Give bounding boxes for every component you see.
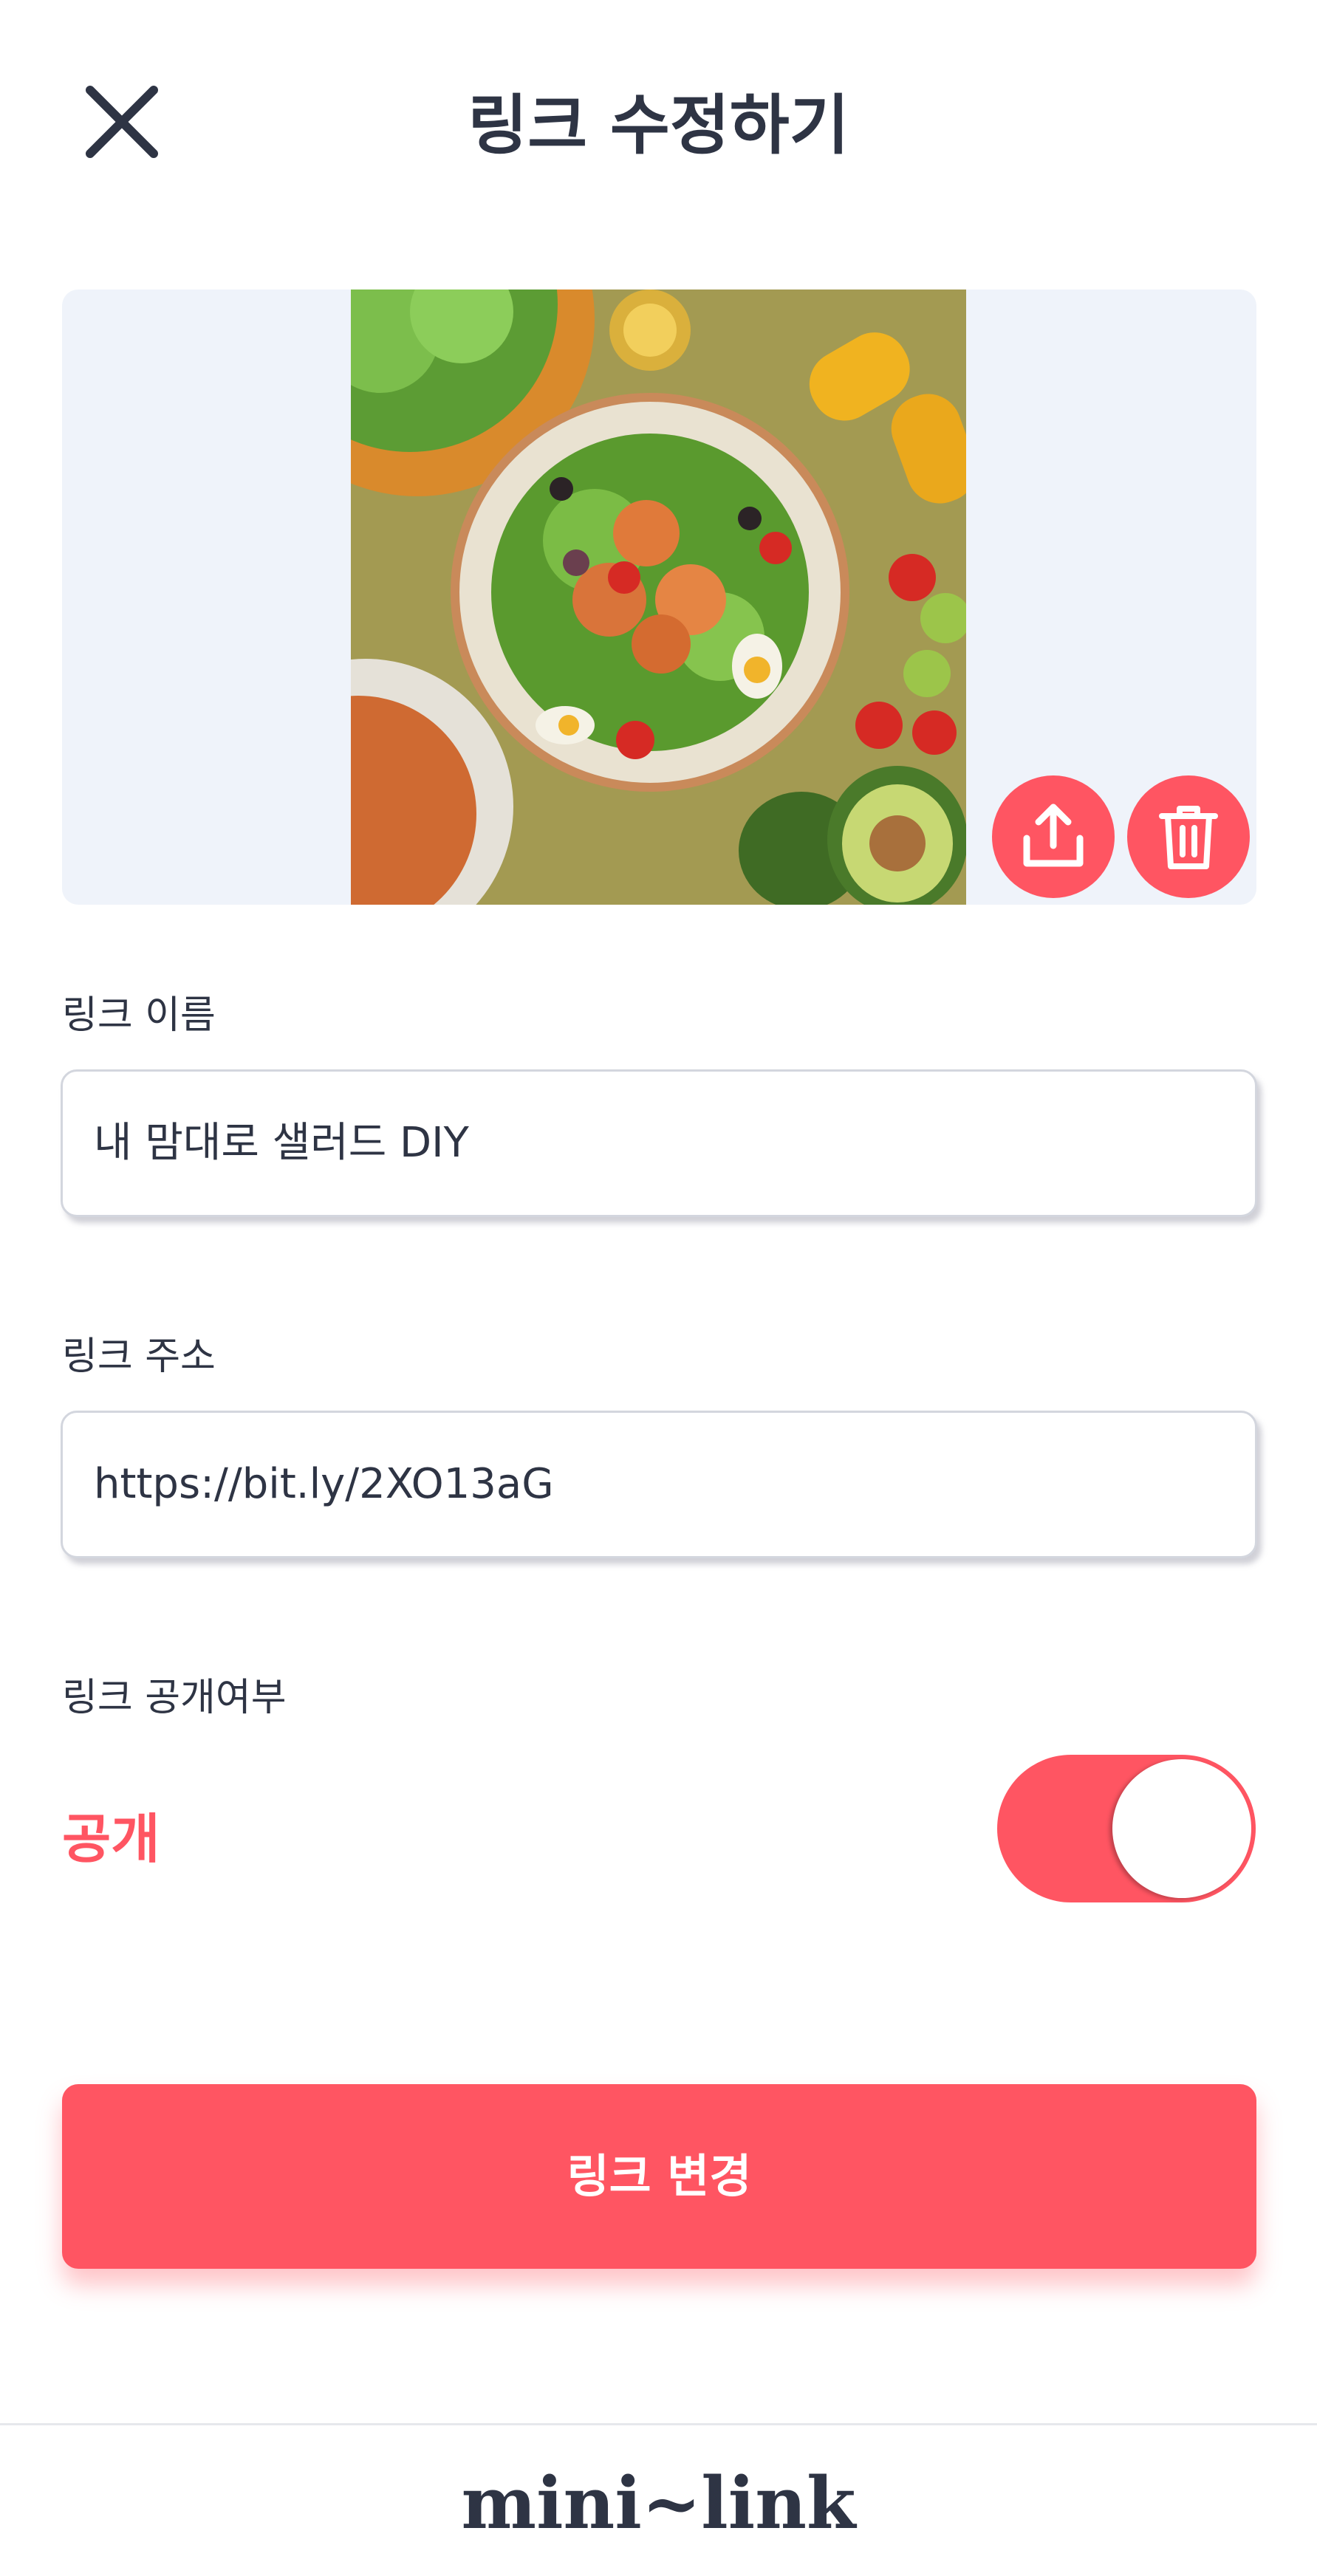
delete-image-button[interactable] [1127, 775, 1250, 898]
link-url-input[interactable]: https://bit.ly/2XO13aG [61, 1411, 1257, 1558]
visibility-toggle[interactable] [997, 1755, 1256, 1902]
upload-icon [1023, 804, 1084, 867]
upload-image-button[interactable] [992, 775, 1115, 898]
change-link-button[interactable]: 링크 변경 [62, 2084, 1256, 2269]
link-name-input[interactable]: 내 맘대로 샐러드 DIY [61, 1069, 1257, 1217]
trash-icon [1159, 806, 1218, 869]
toggle-knob [1112, 1759, 1251, 1898]
link-name-value: 내 맘대로 샐러드 DIY [94, 1119, 469, 1167]
link-name-label: 링크 이름 [62, 993, 216, 1038]
salad-photo [351, 290, 966, 905]
link-url-label: 링크 주소 [62, 1335, 216, 1379]
page-title: 링크 수정하기 [468, 87, 849, 163]
visibility-status: 공개 [62, 1808, 160, 1870]
visibility-label: 링크 공개여부 [62, 1676, 287, 1720]
link-url-value: https://bit.ly/2XO13aG [94, 1460, 554, 1508]
app-logo: mini~link [461, 2462, 856, 2545]
footer-divider [0, 2423, 1317, 2425]
link-image-panel [62, 290, 1256, 905]
